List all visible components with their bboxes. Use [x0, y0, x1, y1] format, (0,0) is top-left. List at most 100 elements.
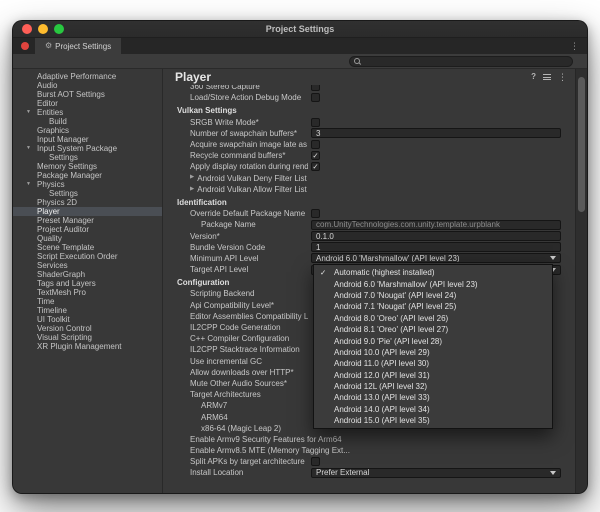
sidebar-item-settings[interactable]: Settings: [13, 189, 162, 198]
sidebar-item-editor[interactable]: Editor: [13, 99, 162, 108]
titlebar[interactable]: Project Settings: [13, 21, 587, 38]
search-field[interactable]: [349, 56, 573, 67]
sidebar-item-textmesh-pro[interactable]: TextMesh Pro: [13, 288, 162, 297]
sidebar-item-physics[interactable]: ▼Physics: [13, 180, 162, 189]
text-field[interactable]: 3: [311, 128, 561, 138]
sidebar-item-visual-scripting[interactable]: Visual Scripting: [13, 333, 162, 342]
dropdown-value: Android 6.0 'Marshmallow' (API level 23): [316, 254, 546, 263]
menu-item-android-14-0-api-level-34[interactable]: Android 14.0 (API level 34): [314, 404, 552, 415]
setting-label: Editor Assemblies Compatibility Level*: [163, 312, 308, 321]
menu-item-android-8-1-oreo-api-level-27[interactable]: Android 8.1 'Oreo' (API level 27): [314, 324, 552, 335]
menu-item-android-7-1-nougat-api-level-25[interactable]: Android 7.1 'Nougat' (API level 25): [314, 301, 552, 312]
menu-item-android-7-0-nougat-api-level-24[interactable]: Android 7.0 'Nougat' (API level 24): [314, 290, 552, 301]
setting-value: com.UnityTechnologies.com.unity.template…: [311, 220, 561, 229]
help-icon[interactable]: ?: [531, 73, 536, 81]
close-button[interactable]: [22, 24, 32, 34]
sidebar-item-project-auditor[interactable]: Project Auditor: [13, 225, 162, 234]
scrollbar[interactable]: [575, 69, 587, 494]
sidebar-item-memory-settings[interactable]: Memory Settings: [13, 162, 162, 171]
minimize-button[interactable]: [38, 24, 48, 34]
sidebar-item-input-system-package[interactable]: ▼Input System Package: [13, 144, 162, 153]
section-vulkan-settings: Vulkan Settings: [163, 105, 575, 116]
checkbox[interactable]: [311, 85, 320, 91]
foldout-open-icon[interactable]: ▼: [26, 146, 31, 151]
checkbox[interactable]: ✓: [311, 162, 320, 171]
checkbox[interactable]: ✓: [311, 151, 320, 160]
menu-item-android-6-0-marshmallow-api-level-23[interactable]: Android 6.0 'Marshmallow' (API level 23): [314, 278, 552, 289]
menu-item-android-12l-api-level-32[interactable]: Android 12L (API level 32): [314, 381, 552, 392]
setting-load-store-action-debug-mode: Load/Store Action Debug Mode: [163, 92, 575, 103]
text-field[interactable]: com.UnityTechnologies.com.unity.template…: [311, 220, 561, 230]
section-title: Identification: [163, 198, 227, 207]
menu-item-android-9-0-pie-api-level-28[interactable]: Android 9.0 'Pie' (API level 28): [314, 335, 552, 346]
menu-item-android-11-0-api-level-30[interactable]: Android 11.0 (API level 30): [314, 358, 552, 369]
sidebar-item-entities[interactable]: ▼Entities: [13, 108, 162, 117]
sidebar-item-quality[interactable]: Quality: [13, 234, 162, 243]
menu-item-android-8-0-oreo-api-level-26[interactable]: Android 8.0 'Oreo' (API level 26): [314, 313, 552, 324]
sidebar-item-xr-plugin-management[interactable]: XR Plugin Management: [13, 342, 162, 351]
foldout-open-icon[interactable]: ▼: [26, 110, 31, 115]
menu-item-android-15-0-api-level-35[interactable]: Android 15.0 (API level 35): [314, 415, 552, 426]
text-field[interactable]: 0.1.0: [311, 231, 561, 241]
setting-label: Override Default Package Name: [163, 209, 308, 218]
setting-label: Load/Store Action Debug Mode: [163, 93, 308, 102]
foldout-closed-icon[interactable]: ▶: [190, 187, 194, 193]
menu-item-automatic-highest-installed[interactable]: ✓Automatic (highest installed): [314, 267, 552, 278]
checkbox[interactable]: [311, 118, 320, 127]
tab-project-settings[interactable]: ⚙ Project Settings: [35, 38, 121, 54]
foldout-open-icon[interactable]: ▼: [26, 182, 31, 187]
sidebar-item-burst-aot-settings[interactable]: Burst AOT Settings: [13, 90, 162, 99]
sidebar-item-input-manager[interactable]: Input Manager: [13, 135, 162, 144]
search-input[interactable]: [364, 57, 568, 66]
menu-item-android-13-0-api-level-33[interactable]: Android 13.0 (API level 33): [314, 392, 552, 403]
sidebar-item-settings[interactable]: Settings: [13, 153, 162, 162]
scrollbar-thumb[interactable]: [578, 77, 585, 212]
presets-icon[interactable]: [543, 73, 551, 81]
sidebar-item-scene-template[interactable]: Scene Template: [13, 243, 162, 252]
zoom-button[interactable]: [54, 24, 64, 34]
panel-close-button[interactable]: [21, 42, 29, 50]
menu-item-android-12-0-api-level-31[interactable]: Android 12.0 (API level 31): [314, 370, 552, 381]
setting-label-text: Bundle Version Code: [190, 243, 265, 252]
sidebar-item-tags-and-layers[interactable]: Tags and Layers: [13, 279, 162, 288]
sidebar-item-services[interactable]: Services: [13, 261, 162, 270]
sidebar-item-ui-toolkit[interactable]: UI Toolkit: [13, 315, 162, 324]
toolbar: [13, 54, 587, 69]
tab-menu-icon[interactable]: ⋮: [570, 42, 579, 51]
sidebar-item-timeline[interactable]: Timeline: [13, 306, 162, 315]
sidebar-item-version-control[interactable]: Version Control: [13, 324, 162, 333]
foldout-closed-icon[interactable]: ▶: [190, 175, 194, 181]
dropdown[interactable]: Prefer External: [311, 468, 561, 478]
checkbox[interactable]: [311, 93, 320, 102]
sidebar-item-label: TextMesh Pro: [37, 288, 86, 297]
more-icon[interactable]: ⋮: [558, 73, 567, 82]
sidebar-item-audio[interactable]: Audio: [13, 81, 162, 90]
sidebar-item-label: Input Manager: [37, 135, 89, 144]
sidebar-item-label: Adaptive Performance: [37, 72, 116, 81]
sidebar-item-preset-manager[interactable]: Preset Manager: [13, 216, 162, 225]
text-field[interactable]: 1: [311, 242, 561, 252]
checkbox[interactable]: [311, 209, 320, 218]
dropdown[interactable]: Android 6.0 'Marshmallow' (API level 23): [311, 253, 561, 263]
sidebar-item-script-execution-order[interactable]: Script Execution Order: [13, 252, 162, 261]
setting-label: Use incremental GC: [163, 357, 308, 366]
main-header: Player ? ⋮: [163, 69, 575, 85]
setting-label: Package Name: [163, 220, 308, 229]
sidebar-item-adaptive-performance[interactable]: Adaptive Performance: [13, 72, 162, 81]
setting-label-text: Android Vulkan Deny Filter List: [197, 174, 307, 183]
sidebar-item-physics-2d[interactable]: Physics 2D: [13, 198, 162, 207]
sidebar-item-shadergraph[interactable]: ShaderGraph: [13, 270, 162, 279]
setting-package-name: Package Name com.UnityTechnologies.com.un…: [163, 219, 575, 230]
setting-label: ARM64: [163, 413, 308, 422]
setting-label-text: Number of swapchain buffers*: [190, 129, 297, 138]
sidebar-item-time[interactable]: Time: [13, 297, 162, 306]
section-identification: Identification: [163, 197, 575, 208]
checkbox[interactable]: [311, 140, 320, 149]
setting-label-text: Package Name: [201, 220, 256, 229]
checkbox[interactable]: [311, 457, 320, 466]
sidebar-item-build[interactable]: Build: [13, 117, 162, 126]
menu-item-android-10-0-api-level-29[interactable]: Android 10.0 (API level 29): [314, 347, 552, 358]
sidebar-item-player[interactable]: Player: [13, 207, 162, 216]
sidebar-item-graphics[interactable]: Graphics: [13, 126, 162, 135]
sidebar-item-package-manager[interactable]: Package Manager: [13, 171, 162, 180]
